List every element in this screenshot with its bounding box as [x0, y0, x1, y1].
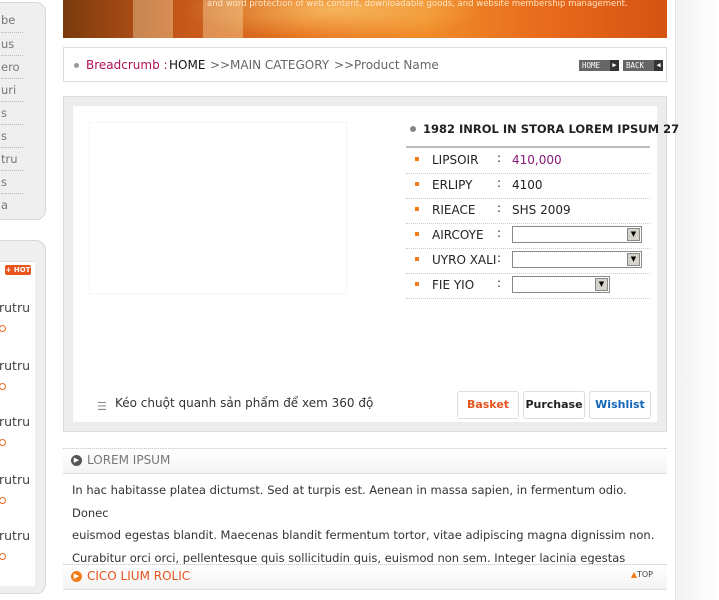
hot-item-link[interactable]: rutru: [0, 358, 30, 373]
menu-item[interactable]: uri: [1, 79, 35, 101]
bullet-icon: [415, 257, 419, 261]
left-sidebar: be us ero uri s s tru s a rutru rutru ru…: [0, 0, 57, 600]
arrow-left-icon: ◀: [654, 60, 663, 71]
back-button[interactable]: BACK ◀: [623, 60, 663, 71]
top-label: TOP: [636, 570, 653, 579]
attribute-colon: :: [497, 201, 502, 215]
attribute-label: ERLIPY: [432, 178, 473, 192]
menu-item[interactable]: ero: [1, 56, 35, 78]
hot-item-link[interactable]: rutru: [0, 472, 30, 487]
menu-item[interactable]: tru: [1, 148, 35, 170]
right-gutter: [676, 0, 719, 600]
hot-item-bullet-icon: [0, 497, 6, 504]
attribute-label: AIRCOYE: [432, 228, 484, 242]
bullet-icon: [410, 126, 416, 132]
menu-item[interactable]: us: [1, 33, 35, 55]
product-title: 1982 INROL IN STORA LOREM IPSUM 27: [423, 122, 680, 136]
menu-item[interactable]: be: [1, 9, 35, 31]
attribute-value: SHS 2009: [512, 203, 571, 217]
chevron-down-icon[interactable]: ▼: [627, 253, 640, 266]
rotate-hint-text: Kéo chuột quanh sản phẩm để xem 360 độ: [115, 396, 374, 410]
bullet-icon: [415, 232, 419, 236]
home-button[interactable]: HOME ▶: [579, 60, 619, 71]
circle-arrow-icon: ▶: [71, 571, 82, 582]
circle-arrow-icon: ▶: [71, 455, 82, 466]
hot-item-link[interactable]: rutru: [0, 414, 30, 429]
hot-item-bullet-icon: [0, 553, 6, 560]
attribute-row: ERLIPY : 4100: [406, 173, 650, 199]
attribute-label: UYRO XALI: [432, 253, 497, 267]
lorem-section-header: ▶ LOREM IPSUM: [63, 448, 667, 474]
back-to-top-link[interactable]: ▲TOP: [631, 570, 653, 579]
description-line: euismod egestas blandit. Maecenas blandi…: [72, 528, 655, 542]
attribute-colon: :: [497, 151, 502, 165]
wishlist-button[interactable]: Wishlist: [589, 391, 651, 419]
menu-item[interactable]: s: [1, 102, 35, 124]
attribute-colon: :: [497, 176, 502, 190]
product-detail-panel: 1982 INROL IN STORA LOREM IPSUM 27 LIPSO…: [73, 106, 679, 422]
basket-button[interactable]: Basket: [457, 391, 519, 419]
hot-item-bullet-icon: [0, 383, 6, 390]
attribute-label: FIE YIO: [432, 278, 475, 292]
price-value: 410,000: [512, 153, 562, 167]
description-line: In hac habitasse platea dictumst. Sed at…: [72, 483, 627, 520]
hot-item-bullet-icon: [0, 325, 6, 332]
home-button-label: HOME: [582, 61, 601, 70]
breadcrumb-separator: >>: [210, 58, 231, 72]
attribute-row: LIPSOIR : 410,000: [406, 148, 650, 174]
attribute-value: 4100: [512, 178, 543, 192]
product-image-360[interactable]: [89, 122, 347, 294]
breadcrumb-current: Product Name: [354, 58, 439, 72]
bullet-icon: [415, 157, 419, 161]
bullet-icon: [415, 207, 419, 211]
arrow-right-icon: ▶: [610, 60, 619, 71]
option-select[interactable]: ▼: [512, 276, 610, 293]
chevron-down-icon[interactable]: ▼: [595, 278, 608, 291]
attribute-row: RIEACE : SHS 2009: [406, 198, 650, 224]
banner-window-shape: [133, 0, 173, 38]
section-title: LOREM IPSUM: [87, 453, 171, 467]
product-detail-box: 1982 INROL IN STORA LOREM IPSUM 27 LIPSO…: [63, 96, 679, 432]
back-button-label: BACK: [626, 61, 645, 70]
menu-item[interactable]: s: [1, 125, 35, 147]
rotate-hint-icon: ☰: [97, 400, 107, 413]
breadcrumb: Breadcrumb : HOME >> MAIN CATEGORY >> Pr…: [63, 47, 667, 82]
bullet-icon: [74, 63, 79, 68]
breadcrumb-label: Breadcrumb :: [86, 58, 168, 72]
banner-tagline: and word protection of web content, down…: [207, 0, 628, 9]
option-select[interactable]: ▼: [512, 226, 642, 243]
bullet-icon: [415, 182, 419, 186]
chevron-down-icon[interactable]: ▼: [627, 228, 640, 241]
hot-item-link[interactable]: rutru: [0, 528, 30, 543]
attribute-row: UYRO XALI : ▼: [406, 248, 650, 274]
hot-products-list: rutru rutru rutru rutru rutru: [0, 261, 35, 586]
attribute-colon: :: [497, 276, 502, 290]
hot-products-box: rutru rutru rutru rutru rutru: [0, 240, 46, 594]
attribute-colon: :: [497, 251, 502, 265]
second-section-header: ▶ CICO LIUM ROLIC ▲TOP: [63, 564, 667, 590]
breadcrumb-category-link[interactable]: MAIN CATEGORY: [230, 58, 329, 72]
attribute-row: AIRCOYE : ▼: [406, 223, 650, 249]
breadcrumb-separator: >>: [334, 58, 355, 72]
menu-item[interactable]: a: [1, 194, 35, 216]
menu-item[interactable]: s: [1, 171, 35, 193]
hot-item-link[interactable]: rutru: [0, 300, 30, 315]
bullet-icon: [415, 282, 419, 286]
attribute-row: FIE YIO : ▼: [406, 273, 650, 299]
attribute-label: RIEACE: [432, 203, 476, 217]
header-banner: and word protection of web content, down…: [63, 0, 667, 38]
hot-item-bullet-icon: [0, 439, 6, 446]
attribute-label: LIPSOIR: [432, 153, 479, 167]
breadcrumb-home-link[interactable]: HOME: [169, 58, 205, 72]
category-menu: be us ero uri s s tru s a: [0, 2, 46, 220]
attribute-colon: :: [497, 226, 502, 240]
section-title: CICO LIUM ROLIC: [87, 569, 191, 583]
purchase-button[interactable]: Purchase: [523, 391, 585, 419]
option-select[interactable]: ▼: [512, 251, 642, 268]
hot-badge: + HOT: [5, 265, 31, 275]
